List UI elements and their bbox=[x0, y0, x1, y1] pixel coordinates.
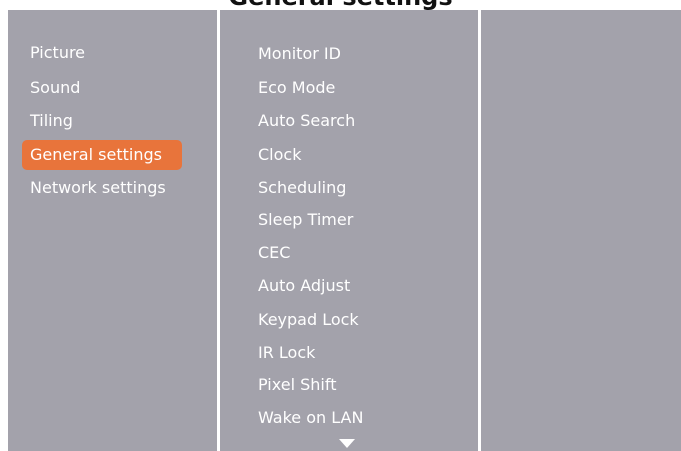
submenu-item-auto-adjust[interactable]: Auto Adjust bbox=[258, 274, 350, 298]
menu-item-tiling[interactable]: Tiling bbox=[22, 106, 182, 136]
detail-panel bbox=[481, 10, 681, 451]
chevron-down-icon[interactable] bbox=[339, 439, 355, 448]
submenu-item-cec[interactable]: CEC bbox=[258, 241, 290, 265]
menu-item-general-settings[interactable]: General settings bbox=[22, 140, 182, 170]
main-menu-panel: Picture Sound Tiling General settings Ne… bbox=[8, 10, 217, 451]
submenu-item-wake-on-lan[interactable]: Wake on LAN bbox=[258, 406, 363, 430]
submenu-item-keypad-lock[interactable]: Keypad Lock bbox=[258, 308, 359, 332]
submenu-item-sleep-timer[interactable]: Sleep Timer bbox=[258, 208, 353, 232]
submenu-item-scheduling[interactable]: Scheduling bbox=[258, 176, 346, 200]
menu-item-sound[interactable]: Sound bbox=[22, 73, 182, 103]
menu-item-network-settings[interactable]: Network settings bbox=[22, 173, 182, 203]
submenu-item-monitor-id[interactable]: Monitor ID bbox=[258, 42, 341, 66]
osd-screen: General settings Picture Sound Tiling Ge… bbox=[0, 0, 681, 451]
submenu-item-clock[interactable]: Clock bbox=[258, 143, 301, 167]
submenu-item-eco-mode[interactable]: Eco Mode bbox=[258, 76, 335, 100]
submenu-item-pixel-shift[interactable]: Pixel Shift bbox=[258, 373, 336, 397]
menu-item-picture[interactable]: Picture bbox=[22, 38, 182, 68]
header: General settings bbox=[0, 0, 681, 10]
submenu-item-auto-search[interactable]: Auto Search bbox=[258, 109, 355, 133]
submenu-panel: Monitor ID Eco Mode Auto Search Clock Sc… bbox=[220, 10, 478, 451]
submenu-item-ir-lock[interactable]: IR Lock bbox=[258, 341, 315, 365]
page-title: General settings bbox=[0, 0, 681, 10]
